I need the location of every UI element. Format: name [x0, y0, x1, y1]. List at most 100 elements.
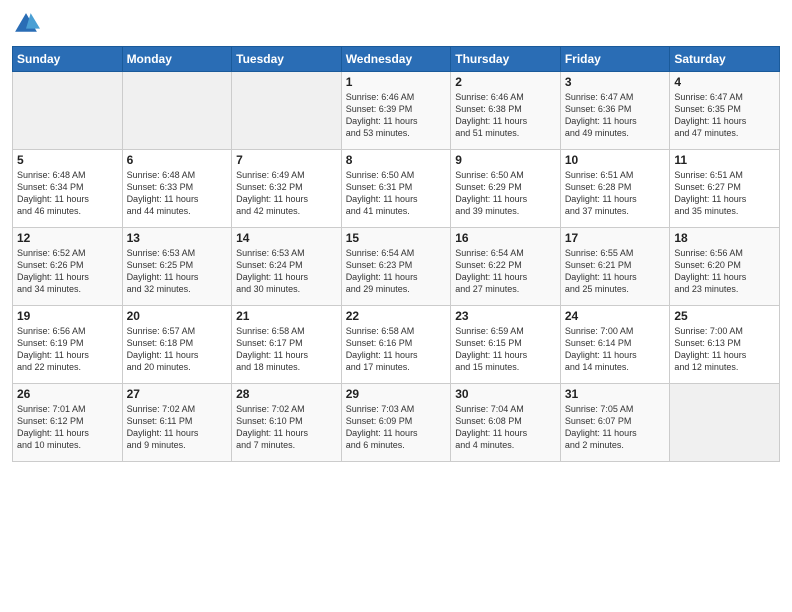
day-number: 8	[346, 153, 447, 167]
weekday-header-friday: Friday	[560, 47, 670, 72]
day-info: Sunrise: 6:52 AM Sunset: 6:26 PM Dayligh…	[17, 247, 118, 296]
day-cell: 3Sunrise: 6:47 AM Sunset: 6:36 PM Daylig…	[560, 72, 670, 150]
day-number: 19	[17, 309, 118, 323]
weekday-header-wednesday: Wednesday	[341, 47, 451, 72]
week-row-1: 1 Sunrise: 6:46 AM Sunset: 6:39 PM Daylig…	[13, 72, 780, 150]
week-row-5: 26Sunrise: 7:01 AM Sunset: 6:12 PM Dayli…	[13, 384, 780, 462]
day-number: 24	[565, 309, 666, 323]
day-cell: 4 Sunrise: 6:47 AM Sunset: 6:35 PM Daylig…	[670, 72, 780, 150]
day-cell: 14Sunrise: 6:53 AM Sunset: 6:24 PM Dayli…	[232, 228, 342, 306]
day-number: 31	[565, 387, 666, 401]
calendar-table: SundayMondayTuesdayWednesdayThursdayFrid…	[12, 46, 780, 462]
day-number: 12	[17, 231, 118, 245]
day-number: 30	[455, 387, 556, 401]
logo-icon	[12, 10, 40, 38]
day-info: Sunrise: 6:46 AM Sunset: 6:39 PM Dayligh…	[346, 91, 447, 140]
day-info: Sunrise: 6:58 AM Sunset: 6:16 PM Dayligh…	[346, 325, 447, 374]
day-cell: 12 Sunrise: 6:52 AM Sunset: 6:26 PM Dayli…	[13, 228, 123, 306]
day-info: Sunrise: 6:53 AM Sunset: 6:24 PM Dayligh…	[236, 247, 337, 296]
day-info: Sunrise: 6:59 AM Sunset: 6:15 PM Dayligh…	[455, 325, 556, 374]
day-cell: 17Sunrise: 6:55 AM Sunset: 6:21 PM Dayli…	[560, 228, 670, 306]
weekday-header-monday: Monday	[122, 47, 232, 72]
day-cell: 6Sunrise: 6:48 AM Sunset: 6:33 PM Daylig…	[122, 150, 232, 228]
day-info: Sunrise: 6:51 AM Sunset: 6:28 PM Dayligh…	[565, 169, 666, 218]
day-number: 20	[127, 309, 228, 323]
day-number: 5	[17, 153, 118, 167]
day-cell: 18 Sunrise: 6:56 AM Sunset: 6:20 PM Dayli…	[670, 228, 780, 306]
weekday-header-tuesday: Tuesday	[232, 47, 342, 72]
day-number: 6	[127, 153, 228, 167]
week-row-2: 5 Sunrise: 6:48 AM Sunset: 6:34 PM Daylig…	[13, 150, 780, 228]
day-cell: 30Sunrise: 7:04 AM Sunset: 6:08 PM Dayli…	[451, 384, 561, 462]
day-number: 28	[236, 387, 337, 401]
day-cell: 25 Sunrise: 7:00 AM Sunset: 6:13 PM Dayli…	[670, 306, 780, 384]
day-cell: 21 Sunrise: 6:58 AM Sunset: 6:17 PM Dayli…	[232, 306, 342, 384]
day-number: 1	[346, 75, 447, 89]
day-cell: 13 Sunrise: 6:53 AM Sunset: 6:25 PM Dayli…	[122, 228, 232, 306]
day-info: Sunrise: 6:54 AM Sunset: 6:23 PM Dayligh…	[346, 247, 447, 296]
day-number: 13	[127, 231, 228, 245]
day-info: Sunrise: 6:48 AM Sunset: 6:34 PM Dayligh…	[17, 169, 118, 218]
day-number: 25	[674, 309, 775, 323]
day-number: 11	[674, 153, 775, 167]
logo	[12, 10, 44, 38]
day-cell: 22 Sunrise: 6:58 AM Sunset: 6:16 PM Dayli…	[341, 306, 451, 384]
day-number: 23	[455, 309, 556, 323]
day-cell: 28 Sunrise: 7:02 AM Sunset: 6:10 PM Dayli…	[232, 384, 342, 462]
day-info: Sunrise: 7:02 AM Sunset: 6:11 PM Dayligh…	[127, 403, 228, 452]
day-number: 15	[346, 231, 447, 245]
weekday-header-sunday: Sunday	[13, 47, 123, 72]
day-cell: 16 Sunrise: 6:54 AM Sunset: 6:22 PM Dayli…	[451, 228, 561, 306]
day-number: 10	[565, 153, 666, 167]
day-cell: 8 Sunrise: 6:50 AM Sunset: 6:31 PM Daylig…	[341, 150, 451, 228]
week-row-3: 12 Sunrise: 6:52 AM Sunset: 6:26 PM Dayli…	[13, 228, 780, 306]
day-info: Sunrise: 6:47 AM Sunset: 6:35 PM Dayligh…	[674, 91, 775, 140]
day-number: 26	[17, 387, 118, 401]
day-number: 16	[455, 231, 556, 245]
weekday-header-saturday: Saturday	[670, 47, 780, 72]
day-number: 22	[346, 309, 447, 323]
day-cell: 19 Sunrise: 6:56 AM Sunset: 6:19 PM Dayli…	[13, 306, 123, 384]
day-cell	[13, 72, 123, 150]
day-info: Sunrise: 6:57 AM Sunset: 6:18 PM Dayligh…	[127, 325, 228, 374]
day-info: Sunrise: 6:46 AM Sunset: 6:38 PM Dayligh…	[455, 91, 556, 140]
day-cell	[670, 384, 780, 462]
day-cell	[232, 72, 342, 150]
day-cell: 24 Sunrise: 7:00 AM Sunset: 6:14 PM Dayli…	[560, 306, 670, 384]
day-cell: 5 Sunrise: 6:48 AM Sunset: 6:34 PM Daylig…	[13, 150, 123, 228]
day-cell: 7 Sunrise: 6:49 AM Sunset: 6:32 PM Daylig…	[232, 150, 342, 228]
day-cell: 10 Sunrise: 6:51 AM Sunset: 6:28 PM Dayli…	[560, 150, 670, 228]
day-info: Sunrise: 7:03 AM Sunset: 6:09 PM Dayligh…	[346, 403, 447, 452]
day-info: Sunrise: 6:50 AM Sunset: 6:31 PM Dayligh…	[346, 169, 447, 218]
day-cell: 11Sunrise: 6:51 AM Sunset: 6:27 PM Dayli…	[670, 150, 780, 228]
weekday-header-row: SundayMondayTuesdayWednesdayThursdayFrid…	[13, 47, 780, 72]
day-info: Sunrise: 6:47 AM Sunset: 6:36 PM Dayligh…	[565, 91, 666, 140]
day-number: 21	[236, 309, 337, 323]
day-info: Sunrise: 7:05 AM Sunset: 6:07 PM Dayligh…	[565, 403, 666, 452]
day-number: 7	[236, 153, 337, 167]
day-cell: 15 Sunrise: 6:54 AM Sunset: 6:23 PM Dayli…	[341, 228, 451, 306]
day-info: Sunrise: 6:54 AM Sunset: 6:22 PM Dayligh…	[455, 247, 556, 296]
day-info: Sunrise: 6:53 AM Sunset: 6:25 PM Dayligh…	[127, 247, 228, 296]
day-info: Sunrise: 6:49 AM Sunset: 6:32 PM Dayligh…	[236, 169, 337, 218]
day-info: Sunrise: 6:56 AM Sunset: 6:19 PM Dayligh…	[17, 325, 118, 374]
day-number: 2	[455, 75, 556, 89]
day-number: 29	[346, 387, 447, 401]
day-info: Sunrise: 6:56 AM Sunset: 6:20 PM Dayligh…	[674, 247, 775, 296]
day-cell: 1 Sunrise: 6:46 AM Sunset: 6:39 PM Daylig…	[341, 72, 451, 150]
day-cell: 23 Sunrise: 6:59 AM Sunset: 6:15 PM Dayli…	[451, 306, 561, 384]
day-number: 18	[674, 231, 775, 245]
day-number: 27	[127, 387, 228, 401]
day-cell: 31 Sunrise: 7:05 AM Sunset: 6:07 PM Dayli…	[560, 384, 670, 462]
day-cell	[122, 72, 232, 150]
day-info: Sunrise: 7:00 AM Sunset: 6:14 PM Dayligh…	[565, 325, 666, 374]
day-info: Sunrise: 7:00 AM Sunset: 6:13 PM Dayligh…	[674, 325, 775, 374]
day-info: Sunrise: 6:50 AM Sunset: 6:29 PM Dayligh…	[455, 169, 556, 218]
day-info: Sunrise: 6:58 AM Sunset: 6:17 PM Dayligh…	[236, 325, 337, 374]
day-info: Sunrise: 6:55 AM Sunset: 6:21 PM Dayligh…	[565, 247, 666, 296]
day-cell: 9Sunrise: 6:50 AM Sunset: 6:29 PM Daylig…	[451, 150, 561, 228]
day-number: 4	[674, 75, 775, 89]
day-cell: 20 Sunrise: 6:57 AM Sunset: 6:18 PM Dayli…	[122, 306, 232, 384]
day-cell: 26Sunrise: 7:01 AM Sunset: 6:12 PM Dayli…	[13, 384, 123, 462]
day-info: Sunrise: 7:02 AM Sunset: 6:10 PM Dayligh…	[236, 403, 337, 452]
